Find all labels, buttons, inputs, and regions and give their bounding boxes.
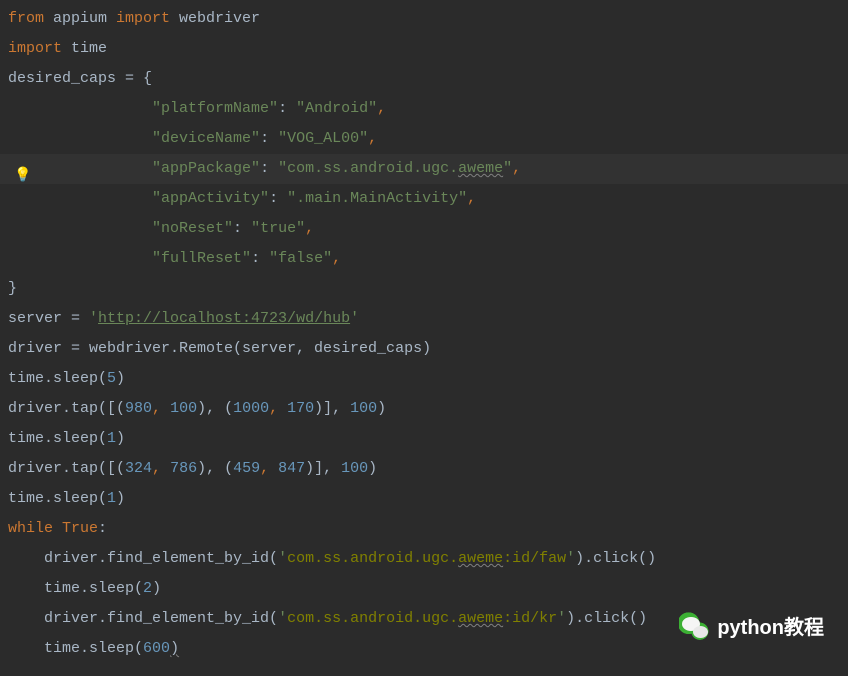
typo-highlight: aweme [458, 610, 503, 627]
keyword-while: while [8, 520, 62, 537]
code-line[interactable]: driver.tap([(980, 100), (1000, 170)], 10… [0, 394, 848, 424]
typo-highlight: aweme [458, 550, 503, 567]
keyword-import: import [8, 40, 62, 57]
code-line[interactable]: server = 'http://localhost:4723/wd/hub' [0, 304, 848, 334]
code-line[interactable]: time.sleep(1) [0, 424, 848, 454]
watermark-text: python教程 [717, 613, 824, 643]
code-line[interactable]: while True: [0, 514, 848, 544]
code-line[interactable]: driver = webdriver.Remote(server, desire… [0, 334, 848, 364]
code-line[interactable]: "appActivity": ".main.MainActivity", [0, 184, 848, 214]
code-line[interactable]: "noReset": "true", [0, 214, 848, 244]
code-line[interactable]: "platformName": "Android", [0, 94, 848, 124]
wechat-icon [679, 612, 711, 644]
typo-highlight: aweme [458, 160, 503, 177]
intention-bulb-icon[interactable]: 💡 [14, 161, 28, 175]
code-line[interactable]: "fullReset": "false", [0, 244, 848, 274]
code-line[interactable]: import time [0, 34, 848, 64]
code-line[interactable]: time.sleep(1) [0, 484, 848, 514]
code-line[interactable]: from appium import webdriver [0, 4, 848, 34]
code-line[interactable]: "deviceName": "VOG_AL00", [0, 124, 848, 154]
code-line[interactable]: time.sleep(2) [0, 574, 848, 604]
keyword-import: import [116, 10, 170, 27]
url-link[interactable]: http://localhost:4723/wd/hub [98, 310, 350, 327]
code-line[interactable]: driver.find_element_by_id('com.ss.androi… [0, 544, 848, 574]
code-line[interactable]: driver.tap([(324, 786), (459, 847)], 100… [0, 454, 848, 484]
keyword-from: from [8, 10, 44, 27]
code-line[interactable]: time.sleep(5) [0, 364, 848, 394]
code-editor[interactable]: from appium import webdriver import time… [0, 0, 848, 664]
watermark: python教程 [679, 612, 824, 644]
code-line-active[interactable]: 💡 "appPackage": "com.ss.android.ugc.awem… [0, 154, 848, 184]
code-line[interactable]: desired_caps = { [0, 64, 848, 94]
code-line[interactable]: } [0, 274, 848, 304]
